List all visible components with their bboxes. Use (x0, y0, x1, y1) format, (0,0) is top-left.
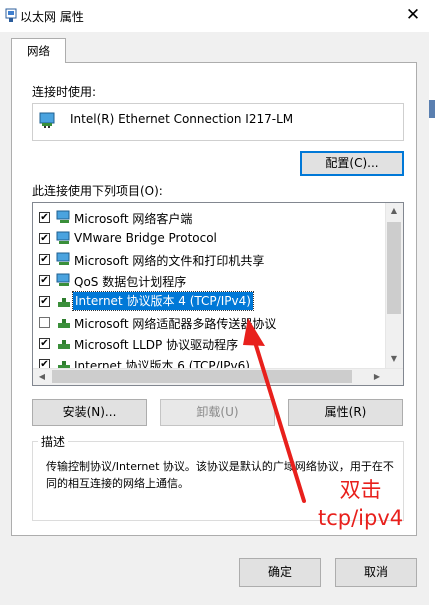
item-label: QoS 数据包计划程序 (74, 275, 187, 289)
list-item[interactable]: ✔ Microsoft LLDP 协议驱动程序 (33, 333, 385, 354)
checkbox[interactable]: ✔ (39, 212, 50, 223)
ethernet-adapter-icon (39, 112, 55, 128)
network-service-icon (56, 231, 70, 244)
item-label: Internet 协议版本 4 (TCP/IPv4) (72, 291, 254, 311)
network-client-icon (56, 210, 70, 223)
qos-icon (56, 273, 70, 286)
protocol-icon (58, 319, 70, 328)
list-item[interactable]: Microsoft 网络适配器多路传送器协议 (33, 312, 385, 333)
scroll-up-icon[interactable]: ▲ (386, 203, 402, 219)
close-button[interactable]: ✕ (398, 0, 428, 32)
list-item[interactable]: ✔ Microsoft 网络的文件和打印机共享 (33, 249, 385, 270)
scroll-right-icon[interactable]: ▶ (369, 369, 385, 385)
annotation-line-2: tcp/ipv4 (318, 506, 404, 530)
background-window-edge (429, 0, 435, 605)
annotation-text: 双击 tcp/ipv4 (318, 476, 403, 532)
item-label: Microsoft 网络客户端 (74, 212, 193, 226)
list-item[interactable]: ✔ Microsoft 网络客户端 (33, 207, 385, 228)
install-button[interactable]: 安装(N)... (32, 399, 147, 426)
adapter-name: Intel(R) Ethernet Connection I217-LM (70, 112, 294, 126)
list-item-selected[interactable]: ✔ Internet 协议版本 4 (TCP/IPv4) (33, 291, 385, 312)
tab-network[interactable]: 网络 (11, 38, 66, 63)
scroll-left-icon[interactable]: ◀ (34, 369, 50, 385)
items-label: 此连接使用下列项目(O): (32, 184, 163, 198)
item-label: Microsoft LLDP 协议驱动程序 (74, 338, 239, 352)
cancel-button[interactable]: 取消 (335, 558, 417, 587)
list-item[interactable]: ✔ VMware Bridge Protocol (33, 228, 385, 249)
background-window-mark (429, 100, 435, 118)
item-label: VMware Bridge Protocol (74, 231, 217, 245)
checkbox[interactable]: ✔ (39, 275, 50, 286)
window-title: 以太网 属性 (20, 10, 84, 24)
checkbox[interactable]: ✔ (39, 296, 50, 307)
configure-button[interactable]: 配置(C)... (300, 151, 404, 176)
annotation-line-1: 双击 (339, 478, 382, 502)
description-legend: 描述 (38, 433, 69, 450)
protocol-icon (58, 298, 70, 307)
vertical-scroll-thumb[interactable] (387, 222, 401, 314)
annotation-arrow (243, 318, 306, 503)
components-list[interactable]: ✔ Microsoft 网络客户端 ✔ VMware Bridge Protoc… (32, 202, 404, 386)
list-item[interactable]: ✔ QoS 数据包计划程序 (33, 270, 385, 291)
checkbox[interactable] (39, 317, 50, 328)
checkbox[interactable]: ✔ (39, 338, 50, 349)
ok-button[interactable]: 确定 (239, 558, 321, 587)
checkbox[interactable]: ✔ (39, 254, 50, 265)
network-service-icon (56, 252, 70, 265)
network-adapter-icon (5, 8, 17, 22)
checkbox[interactable]: ✔ (39, 233, 50, 244)
scroll-down-icon[interactable]: ▼ (386, 351, 402, 367)
protocol-icon (58, 340, 70, 349)
connect-using-label: 连接时使用: (32, 85, 97, 99)
item-label: Microsoft 网络的文件和打印机共享 (74, 254, 265, 268)
